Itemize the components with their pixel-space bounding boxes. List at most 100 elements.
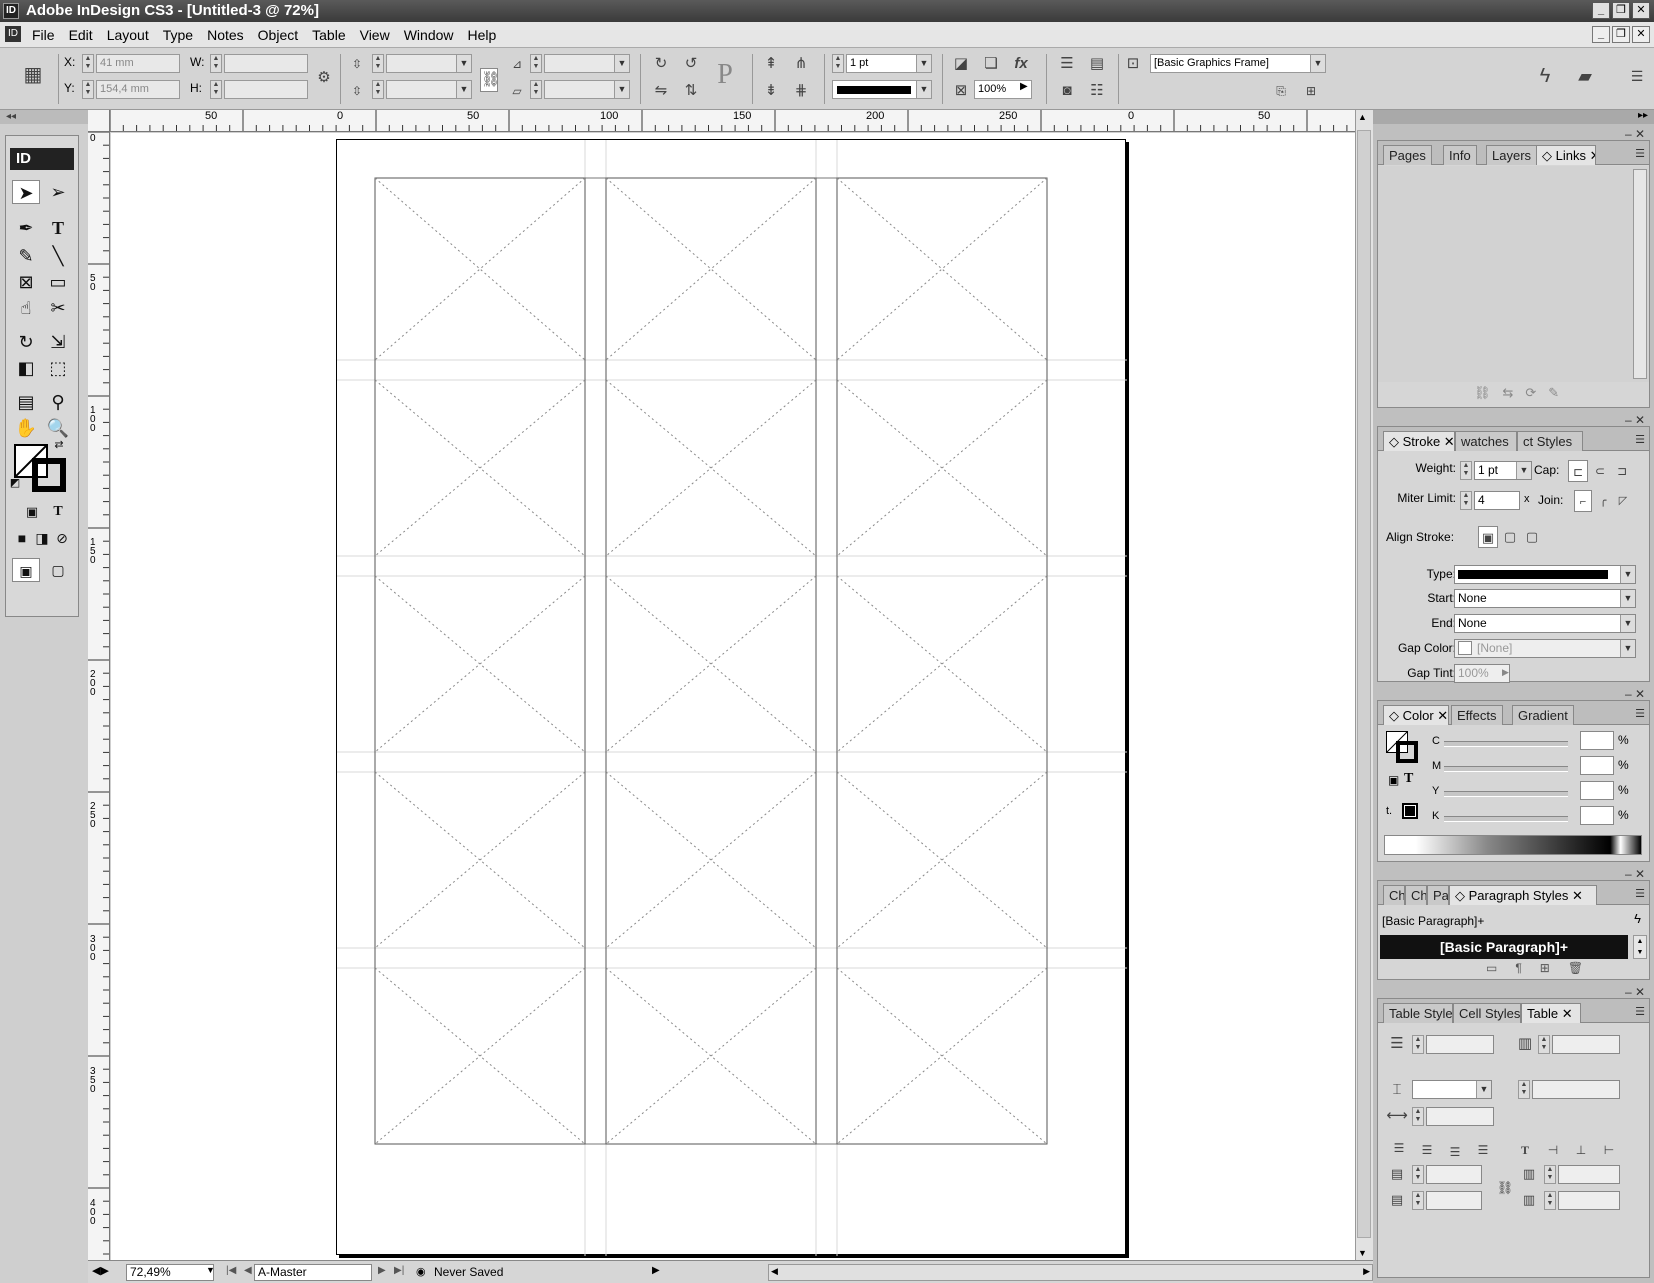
channel-y-slider[interactable]: [1444, 791, 1568, 797]
end-dropdown[interactable]: None ▼: [1454, 614, 1636, 633]
paragraph-panel-menu-icon[interactable]: ☰: [1635, 887, 1645, 900]
status-menu-arrow[interactable]: ▶: [652, 1265, 660, 1276]
link-insets-icon[interactable]: ⛓: [1494, 1177, 1516, 1199]
scroll-right-arrow[interactable]: ▶: [1363, 1266, 1370, 1277]
tab-table-styles[interactable]: Table Style: [1383, 1003, 1453, 1023]
zoom-level-field[interactable]: 72,49%: [126, 1264, 214, 1281]
column-width-stepper[interactable]: ▲ ▼: [1412, 1107, 1424, 1126]
menu-edit[interactable]: Edit: [69, 27, 93, 43]
tab-stroke[interactable]: ◇ Stroke ✕: [1383, 431, 1455, 451]
table-panel-controls[interactable]: ‒ ✕: [1625, 985, 1645, 999]
doc-restore-button[interactable]: ❐: [1612, 26, 1630, 43]
tab-info[interactable]: Info: [1443, 145, 1477, 165]
object-style-arrow[interactable]: ▼: [1310, 55, 1325, 72]
gap-tint-arrow[interactable]: ▶: [1502, 667, 1509, 678]
swap-colors-icon[interactable]: ⇄: [52, 438, 66, 452]
doc-close-button[interactable]: ✕: [1632, 26, 1650, 43]
rotate-cw-icon[interactable]: ↻: [650, 53, 672, 75]
round-cap-icon[interactable]: ⊂: [1590, 460, 1610, 482]
select-container-icon[interactable]: ⇞: [760, 53, 782, 75]
direct-selection-tool-icon[interactable]: ➢: [44, 180, 72, 204]
button-tool-icon[interactable]: ☝: [12, 296, 40, 320]
link-scale-icon[interactable]: ⛓: [480, 68, 500, 92]
row-height-dropdown[interactable]: ▼: [1412, 1080, 1492, 1099]
rotate-field[interactable]: ▼: [544, 54, 630, 73]
close-button[interactable]: ✕: [1632, 2, 1650, 19]
eyedropper-tool-icon[interactable]: ⚲: [44, 390, 72, 414]
scissors-tool-icon[interactable]: ✂: [44, 296, 72, 320]
tab-swatches[interactable]: watches: [1455, 431, 1517, 451]
top-inset-stepper[interactable]: ▲ ▼: [1412, 1165, 1424, 1184]
text-rotation-180-icon[interactable]: ⊥: [1570, 1139, 1592, 1161]
shadow-icon[interactable]: ❏: [980, 53, 1002, 75]
tab-cell-styles[interactable]: Cell Styles: [1453, 1003, 1521, 1023]
bottom-inset-stepper[interactable]: ▲ ▼: [1412, 1191, 1424, 1210]
gap-color-dropdown[interactable]: [None] ▼: [1454, 639, 1636, 658]
menu-table[interactable]: Table: [312, 27, 345, 43]
channel-k-slider[interactable]: [1444, 816, 1568, 822]
page-field[interactable]: A-Master: [254, 1264, 372, 1281]
minimize-button[interactable]: _: [1592, 2, 1610, 19]
menu-file[interactable]: File: [32, 27, 55, 43]
stroke-swatch[interactable]: [32, 458, 66, 492]
menu-object[interactable]: Object: [258, 27, 298, 43]
prev-page-icon[interactable]: ◀: [244, 1265, 252, 1276]
text-rotation-270-icon[interactable]: ⊢: [1598, 1139, 1620, 1161]
w-stepper[interactable]: ▲ ▼: [210, 54, 222, 73]
rectangle-tool-icon[interactable]: ▭: [44, 270, 72, 294]
vertical-ruler[interactable]: 0 50 100 150 200 250 300 350 400: [88, 132, 110, 1260]
tab-object-styles[interactable]: ct Styles: [1517, 431, 1583, 451]
flip-vertical-icon[interactable]: ⇅: [680, 80, 702, 102]
right-inset-field[interactable]: [1558, 1191, 1620, 1210]
miter-join-icon[interactable]: ⌐: [1574, 490, 1592, 512]
miter-field[interactable]: 4: [1474, 491, 1520, 510]
channel-m-field[interactable]: [1580, 756, 1614, 775]
rotate-ccw-icon[interactable]: ↺: [680, 53, 702, 75]
doc-icon[interactable]: ID: [5, 26, 21, 42]
menu-window[interactable]: Window: [404, 27, 454, 43]
align-center-icon[interactable]: ☰: [1416, 1139, 1438, 1161]
y-stepper[interactable]: ▲ ▼: [82, 80, 94, 99]
type-tool-icon[interactable]: T: [44, 216, 72, 240]
preview-view-icon[interactable]: ▢: [44, 558, 72, 582]
view-toggle-icon[interactable]: ◀▶: [92, 1264, 109, 1277]
toolbox-collapse-bar[interactable]: ◂◂: [0, 110, 88, 124]
scale-y-field[interactable]: ▼: [386, 80, 472, 99]
object-style-dropdown[interactable]: [Basic Graphics Frame]: [1150, 54, 1326, 73]
ruler-origin[interactable]: [88, 110, 110, 132]
left-inset-stepper[interactable]: ▲ ▼: [1544, 1165, 1556, 1184]
scale-y-stepper[interactable]: ▲ ▼: [372, 80, 384, 99]
align-top-icon[interactable]: ☰: [1388, 1137, 1410, 1159]
y-field[interactable]: 154,4 mm: [96, 80, 180, 99]
vertical-scrollbar[interactable]: ▲ ▼: [1355, 110, 1373, 1260]
rotate-stepper[interactable]: ▲ ▼: [530, 54, 542, 73]
horizontal-scrollbar[interactable]: ◀ ▶: [768, 1264, 1373, 1281]
text-wrap-none-icon[interactable]: ☰: [1056, 53, 1078, 75]
menu-notes[interactable]: Notes: [207, 27, 244, 43]
stroke-type-field[interactable]: ▼: [832, 80, 932, 99]
zoom-dropdown-icon[interactable]: ▼: [206, 1265, 215, 1275]
gradient-tool-icon[interactable]: ◧: [12, 356, 40, 380]
tab-paragraph[interactable]: Pa: [1427, 885, 1449, 905]
round-join-icon[interactable]: ╭: [1594, 490, 1612, 512]
justify-vertical-icon[interactable]: ☰: [1472, 1139, 1494, 1161]
formatting-text-icon[interactable]: T: [44, 500, 72, 524]
next-page-icon[interactable]: ▶: [378, 1265, 386, 1276]
restore-button[interactable]: ❐: [1612, 2, 1630, 19]
rotate-tool-icon[interactable]: ↻: [12, 330, 40, 354]
stroke-weight-stepper[interactable]: ▲ ▼: [832, 54, 844, 73]
bottom-inset-field[interactable]: [1426, 1191, 1482, 1210]
constrain-proportions-icon[interactable]: ⚙: [313, 67, 335, 89]
tab-layers[interactable]: Layers: [1486, 145, 1538, 165]
clear-overrides-icon[interactable]: ⎘: [1270, 80, 1292, 102]
align-outside-stroke-icon[interactable]: ▢: [1522, 526, 1542, 548]
control-menu-icon[interactable]: ☰: [1626, 65, 1648, 87]
select-content-icon[interactable]: ⇟: [760, 80, 782, 102]
align-inside-stroke-icon[interactable]: ▢: [1500, 526, 1520, 548]
tab-pages[interactable]: Pages: [1383, 145, 1432, 165]
last-color-icon[interactable]: t.: [1386, 805, 1392, 817]
first-page-icon[interactable]: |◀: [226, 1265, 236, 1276]
document-page[interactable]: [336, 139, 1127, 1256]
h-field[interactable]: [224, 80, 308, 99]
last-page-icon[interactable]: ▶|: [394, 1265, 404, 1276]
